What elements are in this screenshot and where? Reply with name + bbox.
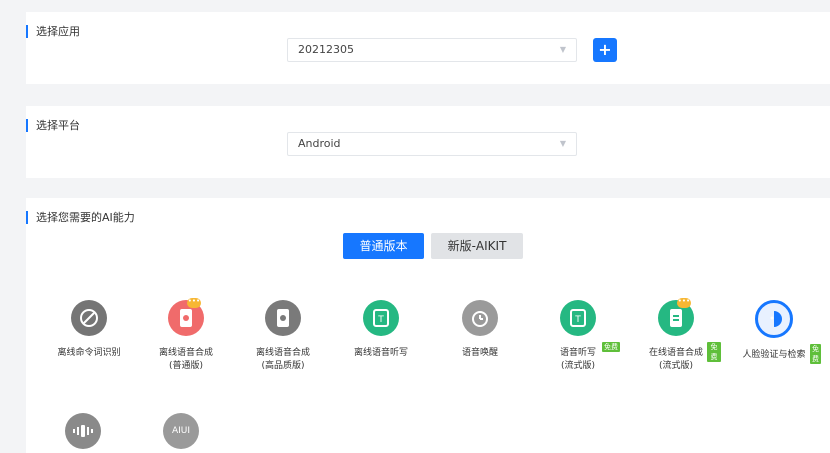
section-title-ability: 选择您需要的AI能力 [26,211,135,224]
more-dots-icon: ••• [677,298,691,308]
ability-label: 离线命令词识别 [57,348,121,358]
ability-tile-aiui[interactable]: AIUI [136,413,226,449]
phone-speech-icon [265,300,301,336]
phone-speech-icon: ••• [168,298,204,336]
transcribe-icon: T [560,300,596,336]
transcribe-icon: T [363,300,399,336]
ability-tile-online-tts-stream[interactable]: ••• 在线语音合成 (流式版) 免费 [631,298,721,373]
ability-tile-face-verify[interactable]: 人脸验证与检索 免费 [729,300,821,364]
section-title-app: 选择应用 [26,25,80,38]
free-badge: 免费 [602,342,620,352]
ability-label: 离线语音听写 [353,348,408,358]
ability-tile-voice-wakeup[interactable]: 语音唤醒 [435,300,525,360]
ability-label: 语音唤醒 [461,348,498,358]
platform-select[interactable]: Android ▼ [287,132,577,156]
app-select[interactable]: 20212305 ▼ [287,38,577,62]
face-scan-icon [755,300,793,338]
phone-chat-icon: ••• [658,298,694,336]
platform-select-value: Android [298,137,341,150]
chevron-down-icon: ▼ [559,139,566,148]
version-tab-normal[interactable]: 普通版本 [343,233,424,259]
free-badge: 免费 [810,344,821,364]
audio-wave-icon [65,413,101,449]
ability-sublabel: (流式版) [560,361,596,371]
free-badge: 免费 [707,342,721,362]
ability-label: 人脸验证与检索 [742,350,806,360]
svg-text:T: T [377,315,384,325]
app-select-value: 20212305 [298,43,354,56]
ability-tile-offline-dictation[interactable]: T 离线语音听写 [336,300,426,360]
ability-tile-audio-wave[interactable] [38,413,128,449]
ability-sublabel: (普通版) [168,361,204,371]
ability-tile-offline-tts-hq[interactable]: 离线语音合成 (高品质版) [238,300,328,373]
section-title-platform: 选择平台 [26,119,80,132]
ability-label: 离线语音合成 [158,348,213,358]
aiui-icon: AIUI [163,413,199,449]
add-app-button[interactable]: + [593,38,617,62]
ability-label: 离线语音合成 [255,348,310,358]
alarm-clock-icon [462,300,498,336]
more-dots-icon: ••• [187,298,201,308]
mic-slash-icon [71,300,107,336]
ability-sublabel: (高品质版) [261,361,305,371]
chevron-down-icon: ▼ [559,45,566,54]
ability-tile-dictation-stream[interactable]: T 语音听写 (流式版) 免费 [533,300,623,373]
ability-tile-offline-tts-normal[interactable]: ••• 离线语音合成 (普通版) [141,298,231,373]
ability-tile-offline-command[interactable]: 离线命令词识别 [44,300,134,360]
svg-text:T: T [574,315,581,325]
version-tab-aikit[interactable]: 新版-AIKIT [431,233,523,259]
